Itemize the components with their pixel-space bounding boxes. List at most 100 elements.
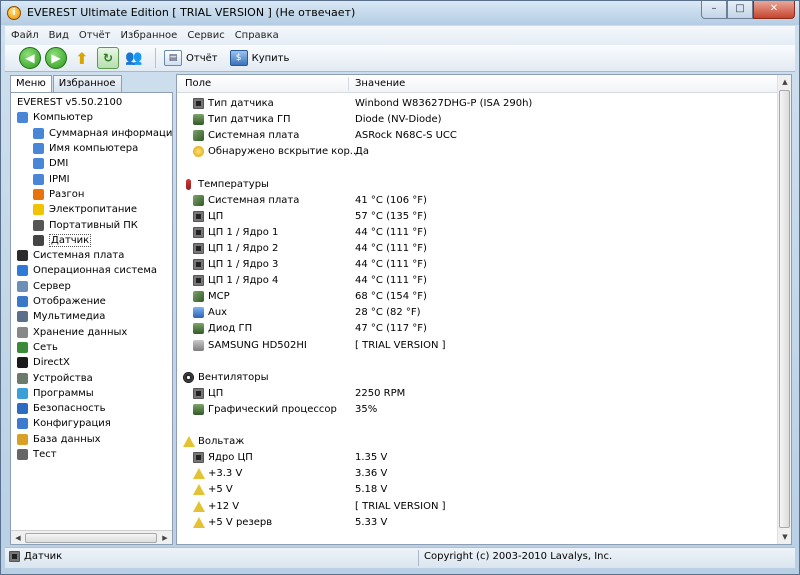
table-row[interactable]: MCP 68 °C (154 °F) [177, 289, 777, 305]
left-tabs: Меню Избранное [10, 75, 123, 94]
table-row[interactable]: Тип датчика Winbond W83627DHG-P (ISA 290h… [177, 96, 777, 112]
table-row[interactable]: +5 V 5.18 V [177, 482, 777, 498]
menu-favorites[interactable]: Избранное [121, 30, 178, 41]
tree-item[interactable]: База данных [17, 432, 101, 447]
chip-icon [193, 275, 204, 287]
minimize-button[interactable]: – [701, 1, 727, 19]
tree-item[interactable]: Безопасность [17, 401, 106, 416]
horizontal-scrollbar[interactable]: ◀ ▶ [11, 530, 172, 544]
column-value[interactable]: Значение [355, 78, 405, 89]
up-button[interactable]: ⬆ [71, 47, 93, 69]
tree-item[interactable]: DMI [33, 156, 68, 171]
field-label: ЦП 1 / Ядро 2 [208, 242, 279, 254]
tree-item[interactable]: Тест [17, 447, 57, 462]
tree-item[interactable]: Электропитание [33, 202, 137, 217]
field-label: Обнаружено вскрытие кор... [208, 146, 360, 158]
table-row[interactable]: ЦП 1 / Ядро 4 44 °C (111 °F) [177, 273, 777, 289]
scrollbar-thumb[interactable] [25, 533, 157, 543]
chip-icon [17, 250, 28, 262]
field-cell: Вентиляторы [183, 371, 268, 383]
table-row[interactable]: Ядро ЦП 1.35 V [177, 450, 777, 466]
table-row[interactable]: Графический процессор 35% [177, 402, 777, 418]
table-row[interactable]: ЦП 1 / Ядро 3 44 °C (111 °F) [177, 257, 777, 273]
tree-item[interactable]: Имя компьютера [33, 141, 138, 156]
column-field[interactable]: Поле [185, 78, 211, 89]
table-row[interactable]: ЦП 2250 RPM [177, 386, 777, 402]
field-label: Тип датчика ГП [208, 114, 291, 126]
tree-item[interactable]: Отображение [17, 294, 106, 309]
scroll-down-icon[interactable]: ▼ [779, 531, 791, 543]
tree-item-label: Системная плата [33, 250, 125, 262]
computer-icon [33, 143, 44, 155]
table-row[interactable]: Тип датчика ГП Diode (NV-Diode) [177, 112, 777, 128]
tree-item[interactable]: Программы [17, 386, 94, 401]
table-row[interactable]: +12 V [ TRIAL VERSION ] [177, 499, 777, 515]
forward-button[interactable]: ▶ [45, 47, 67, 69]
menu-tools[interactable]: Сервис [187, 30, 224, 41]
title-bar[interactable]: i EVEREST Ultimate Edition [ TRIAL VERSI… [1, 1, 799, 25]
maximize-button[interactable]: □ [727, 1, 753, 19]
toolbar-separator [155, 48, 156, 68]
tree-item-label: Имя компьютера [49, 143, 139, 155]
table-group-row[interactable]: Вольтаж [177, 434, 777, 450]
warning-icon [193, 500, 205, 512]
tree-item[interactable]: Суммарная информация [33, 126, 172, 141]
tree-item[interactable]: EVEREST v5.50.2100 [17, 95, 122, 110]
tree-item[interactable]: Сервер [17, 279, 71, 294]
table-row[interactable]: Системная плата ASRock N68C-S UCC [177, 128, 777, 144]
users-button[interactable]: 👥 [123, 47, 145, 69]
network-icon [17, 341, 28, 353]
tree-item-label: Сервер [33, 280, 71, 292]
menu-view[interactable]: Вид [49, 30, 69, 41]
tree-item[interactable]: Мультимедиа [17, 309, 105, 324]
table-row[interactable]: ЦП 1 / Ядро 1 44 °C (111 °F) [177, 225, 777, 241]
table-group-row[interactable]: Температуры [177, 177, 777, 193]
warning-icon [193, 468, 205, 480]
buy-button[interactable]: $ Купить [229, 50, 289, 66]
tree-item[interactable]: Компьютер [17, 110, 93, 125]
tree-item[interactable]: Портативный ПК [33, 217, 138, 232]
table-row[interactable]: Aux 28 °C (82 °F) [177, 305, 777, 321]
tree-item[interactable]: Сеть [17, 340, 58, 355]
table-row[interactable]: Обнаружено вскрытие кор... Да [177, 144, 777, 160]
menu-file[interactable]: Файл [11, 30, 39, 41]
tree-item[interactable]: DirectX [17, 355, 70, 370]
tree-item[interactable]: Устройства [17, 370, 93, 385]
tree-item[interactable]: Системная плата [17, 248, 124, 263]
table-group-row[interactable]: Вентиляторы [177, 370, 777, 386]
tree-item[interactable]: Датчик [33, 233, 92, 248]
tree-item[interactable]: Хранение данных [17, 325, 127, 340]
tab-favorites[interactable]: Избранное [52, 75, 122, 92]
laptop-icon [33, 219, 44, 231]
tree-item[interactable]: IPMI [33, 172, 70, 187]
vertical-scrollbar[interactable]: ▲ ▼ [777, 75, 791, 544]
tree-item-label: Тест [33, 449, 57, 461]
tree-item-label: Компьютер [33, 112, 93, 124]
table-row[interactable]: Диод ГП 47 °C (117 °F) [177, 321, 777, 337]
scroll-up-icon[interactable]: ▲ [779, 76, 791, 88]
refresh-button[interactable]: ↻ [97, 47, 119, 69]
tree-item[interactable]: Операционная система [17, 263, 157, 278]
close-button[interactable]: ✕ [753, 1, 795, 19]
column-divider[interactable] [348, 77, 349, 91]
tree-item[interactable]: Разгон [33, 187, 84, 202]
tree-item-label: Конфигурация [33, 418, 111, 430]
table-row[interactable]: ЦП 57 °C (135 °F) [177, 209, 777, 225]
scrollbar-thumb[interactable] [779, 90, 790, 528]
tree-item[interactable]: Конфигурация [17, 416, 111, 431]
menu-report[interactable]: Отчёт [79, 30, 111, 41]
menu-help[interactable]: Справка [235, 30, 279, 41]
scroll-left-icon[interactable]: ◀ [12, 532, 24, 544]
back-button[interactable]: ◀ [19, 47, 41, 69]
tree-item-label: EVEREST v5.50.2100 [17, 97, 123, 109]
scroll-right-icon[interactable]: ▶ [159, 532, 171, 544]
table-row[interactable]: +5 V резерв 5.33 V [177, 515, 777, 531]
table-row[interactable]: +3.3 V 3.36 V [177, 466, 777, 482]
table-row[interactable]: SAMSUNG HD502HI [ TRIAL VERSION ] [177, 338, 777, 354]
report-label: Отчёт [186, 52, 218, 64]
report-button[interactable]: ▤ Отчёт [164, 50, 218, 66]
fan-icon [183, 371, 194, 383]
table-row[interactable]: ЦП 1 / Ядро 2 44 °C (111 °F) [177, 241, 777, 257]
table-row[interactable]: Системная плата 41 °C (106 °F) [177, 193, 777, 209]
refresh-icon: ↻ [102, 51, 114, 65]
